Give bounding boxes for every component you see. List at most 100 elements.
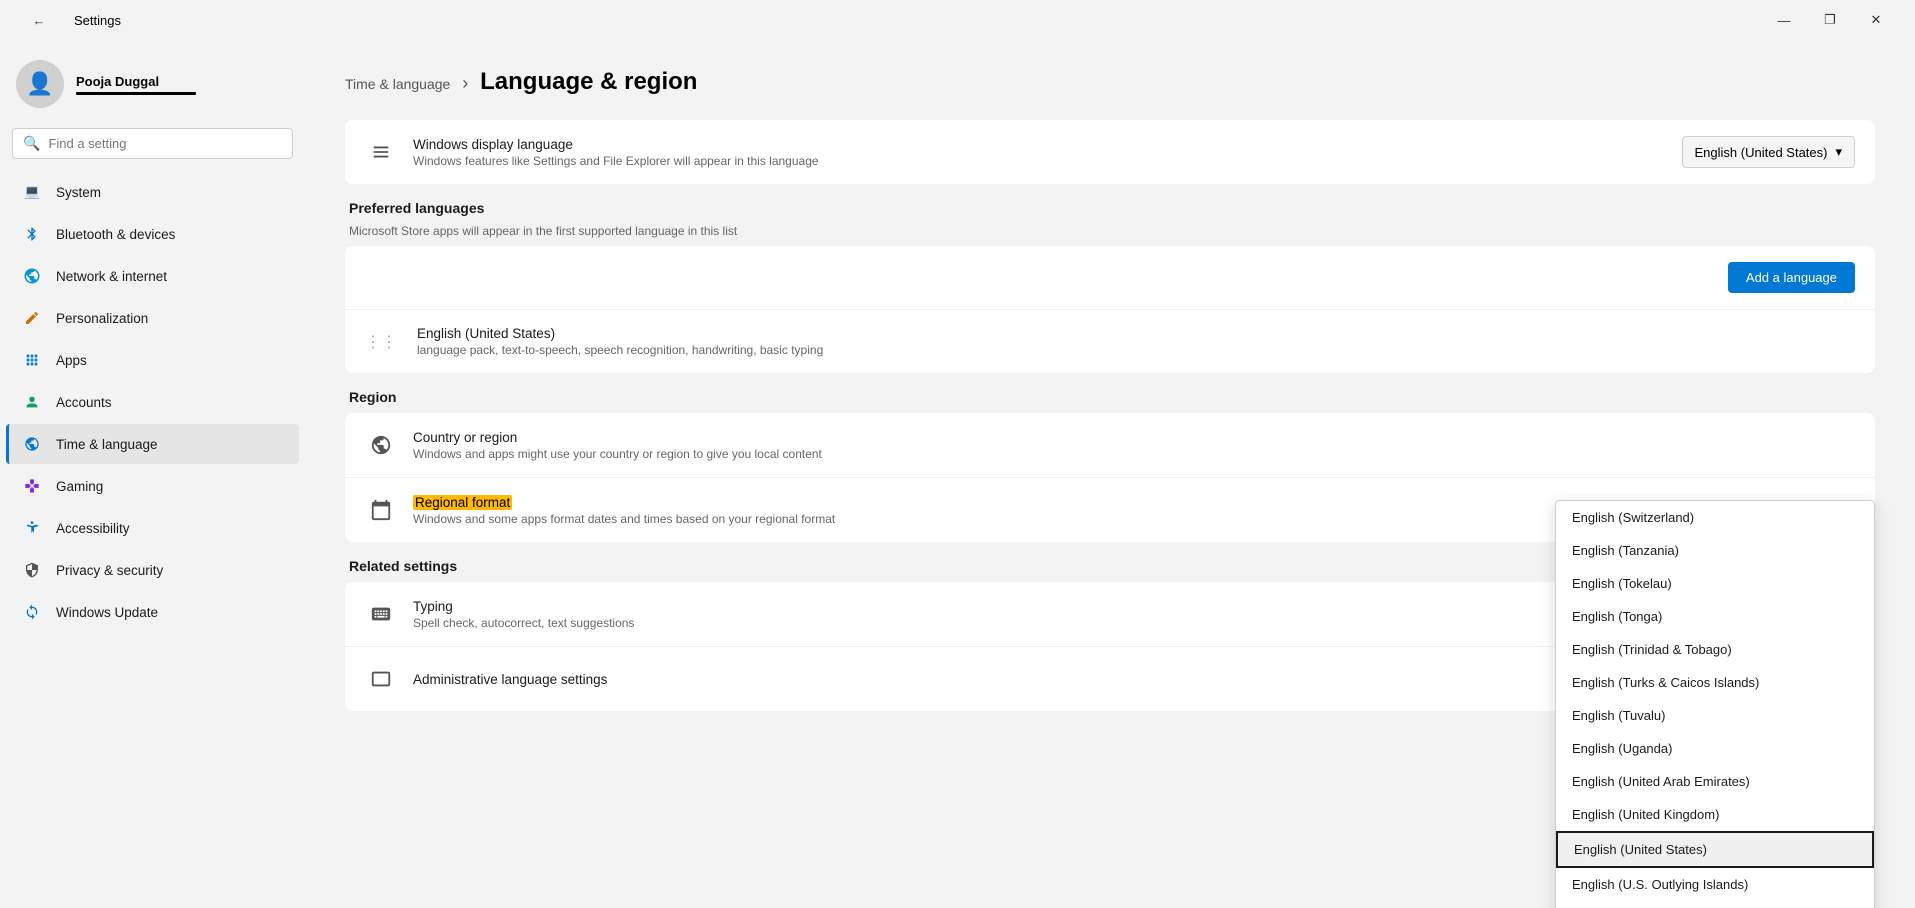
username-bar xyxy=(76,92,196,95)
sidebar-item-label: Windows Update xyxy=(56,605,158,620)
dropdown-list-item[interactable]: English (Tonga) xyxy=(1556,600,1874,633)
apps-icon xyxy=(22,350,42,370)
sidebar-item-label: Network & internet xyxy=(56,269,167,284)
sidebar-item-bluetooth[interactable]: Bluetooth & devices xyxy=(6,214,299,254)
titlebar: ← Settings — ❐ ✕ xyxy=(0,0,1915,40)
display-language-row: Windows display language Windows feature… xyxy=(345,120,1875,184)
language-dropdown-overlay: English (Switzerland)English (Tanzania)E… xyxy=(1555,500,1875,908)
accounts-icon xyxy=(22,392,42,412)
country-text: Country or region Windows and apps might… xyxy=(413,430,1855,461)
sidebar-user[interactable]: 👤 Pooja Duggal xyxy=(0,48,305,124)
regional-format-highlight: Regional format xyxy=(413,495,512,510)
dropdown-list-item[interactable]: English (Uganda) xyxy=(1556,732,1874,765)
time-icon xyxy=(22,434,42,454)
display-language-control[interactable]: English (United States) ▾ xyxy=(1682,136,1855,168)
avatar: 👤 xyxy=(16,60,64,108)
preferred-languages-section-label: Preferred languages xyxy=(345,200,1875,216)
display-language-desc: Windows features like Settings and File … xyxy=(413,154,1666,168)
update-icon xyxy=(22,602,42,622)
breadcrumb-separator: › xyxy=(462,73,468,93)
breadcrumb-parent[interactable]: Time & language xyxy=(345,76,450,92)
dropdown-list-item[interactable]: English (U.S. Outlying Islands) xyxy=(1556,868,1874,901)
preferred-languages-header-row: Add a language xyxy=(345,246,1875,310)
search-box[interactable]: 🔍 xyxy=(12,128,293,159)
bluetooth-icon xyxy=(22,224,42,244)
admin-lang-icon xyxy=(365,663,397,695)
dropdown-list-item[interactable]: English (Switzerland) xyxy=(1556,501,1874,534)
personalization-icon xyxy=(22,308,42,328)
display-language-text: Windows display language Windows feature… xyxy=(413,137,1666,168)
minimize-button[interactable]: — xyxy=(1761,4,1807,36)
english-us-desc: language pack, text-to-speech, speech re… xyxy=(417,343,1855,357)
sidebar-item-network[interactable]: Network & internet xyxy=(6,256,299,296)
display-language-card: Windows display language Windows feature… xyxy=(345,120,1875,184)
add-language-control: Add a language xyxy=(1728,262,1855,293)
dropdown-list-item[interactable]: English (Tokelau) xyxy=(1556,567,1874,600)
sidebar-item-gaming[interactable]: Gaming xyxy=(6,466,299,506)
regional-format-icon xyxy=(365,494,397,526)
sidebar-item-label: Apps xyxy=(56,353,87,368)
privacy-icon xyxy=(22,560,42,580)
preferred-languages-card: Add a language ⋮⋮ English (United States… xyxy=(345,246,1875,373)
sidebar-item-system[interactable]: 💻 System xyxy=(6,172,299,212)
accessibility-icon xyxy=(22,518,42,538)
dropdown-list-item[interactable]: English (United Kingdom) xyxy=(1556,798,1874,831)
search-input[interactable] xyxy=(48,136,282,151)
add-language-button[interactable]: Add a language xyxy=(1728,262,1855,293)
main-content: Time & language › Language & region Wind… xyxy=(305,40,1915,908)
sidebar: 👤 Pooja Duggal 🔍 💻 System Bluetooth & de… xyxy=(0,40,305,908)
dropdown-list-item[interactable]: English (United States) xyxy=(1556,831,1874,868)
network-icon xyxy=(22,266,42,286)
sidebar-item-time[interactable]: Time & language xyxy=(6,424,299,464)
english-us-title: English (United States) xyxy=(417,326,1855,341)
english-us-row: ⋮⋮ English (United States) language pack… xyxy=(345,310,1875,373)
sidebar-item-accessibility[interactable]: Accessibility xyxy=(6,508,299,548)
display-language-dropdown[interactable]: English (United States) ▾ xyxy=(1682,136,1855,168)
typing-icon xyxy=(365,598,397,630)
close-button[interactable]: ✕ xyxy=(1853,4,1899,36)
sidebar-item-label: Accounts xyxy=(56,395,112,410)
app-body: 👤 Pooja Duggal 🔍 💻 System Bluetooth & de… xyxy=(0,40,1915,908)
search-icon: 🔍 xyxy=(23,135,40,152)
dropdown-list-item[interactable]: English (United Arab Emirates) xyxy=(1556,765,1874,798)
display-language-title: Windows display language xyxy=(413,137,1666,152)
dropdown-list-item[interactable]: English (Tanzania) xyxy=(1556,534,1874,567)
sidebar-item-apps[interactable]: Apps xyxy=(6,340,299,380)
restore-button[interactable]: ❐ xyxy=(1807,4,1853,36)
sidebar-item-update[interactable]: Windows Update xyxy=(6,592,299,632)
dropdown-list-item[interactable]: English (Turks & Caicos Islands) xyxy=(1556,666,1874,699)
dropdown-arrow-icon: ▾ xyxy=(1835,144,1842,160)
username-label: Pooja Duggal xyxy=(76,74,196,89)
dropdown-list-item[interactable]: English (Trinidad & Tobago) xyxy=(1556,633,1874,666)
breadcrumb: Time & language › Language & region xyxy=(345,68,1875,96)
system-icon: 💻 xyxy=(22,182,42,202)
titlebar-controls: — ❐ ✕ xyxy=(1761,4,1899,36)
sidebar-item-label: Gaming xyxy=(56,479,103,494)
country-title: Country or region xyxy=(413,430,1855,445)
sidebar-user-info: Pooja Duggal xyxy=(76,74,196,95)
back-button[interactable]: ← xyxy=(16,4,62,36)
sidebar-item-accounts[interactable]: Accounts xyxy=(6,382,299,422)
english-us-text: English (United States) language pack, t… xyxy=(417,326,1855,357)
sidebar-item-label: Bluetooth & devices xyxy=(56,227,175,242)
country-icon xyxy=(365,429,397,461)
preferred-languages-desc: Microsoft Store apps will appear in the … xyxy=(345,224,1875,238)
sidebar-item-personalization[interactable]: Personalization xyxy=(6,298,299,338)
dropdown-list-item[interactable]: English (Tuvalu) xyxy=(1556,699,1874,732)
dropdown-list-item[interactable]: English (U.S. Virgin Islands) xyxy=(1556,901,1874,908)
titlebar-left: ← Settings xyxy=(16,4,121,36)
sidebar-item-label: Personalization xyxy=(56,311,148,326)
sidebar-item-label: Privacy & security xyxy=(56,563,163,578)
drag-handle-icon[interactable]: ⋮⋮ xyxy=(365,332,397,352)
country-desc: Windows and apps might use your country … xyxy=(413,447,1855,461)
display-language-icon xyxy=(365,136,397,168)
sidebar-item-label: System xyxy=(56,185,101,200)
sidebar-item-label: Time & language xyxy=(56,437,158,452)
region-section-label: Region xyxy=(345,389,1875,405)
country-row[interactable]: Country or region Windows and apps might… xyxy=(345,413,1875,478)
gaming-icon xyxy=(22,476,42,496)
sidebar-item-label: Accessibility xyxy=(56,521,130,536)
sidebar-item-privacy[interactable]: Privacy & security xyxy=(6,550,299,590)
titlebar-title: Settings xyxy=(74,13,121,28)
page-title: Language & region xyxy=(480,68,697,95)
